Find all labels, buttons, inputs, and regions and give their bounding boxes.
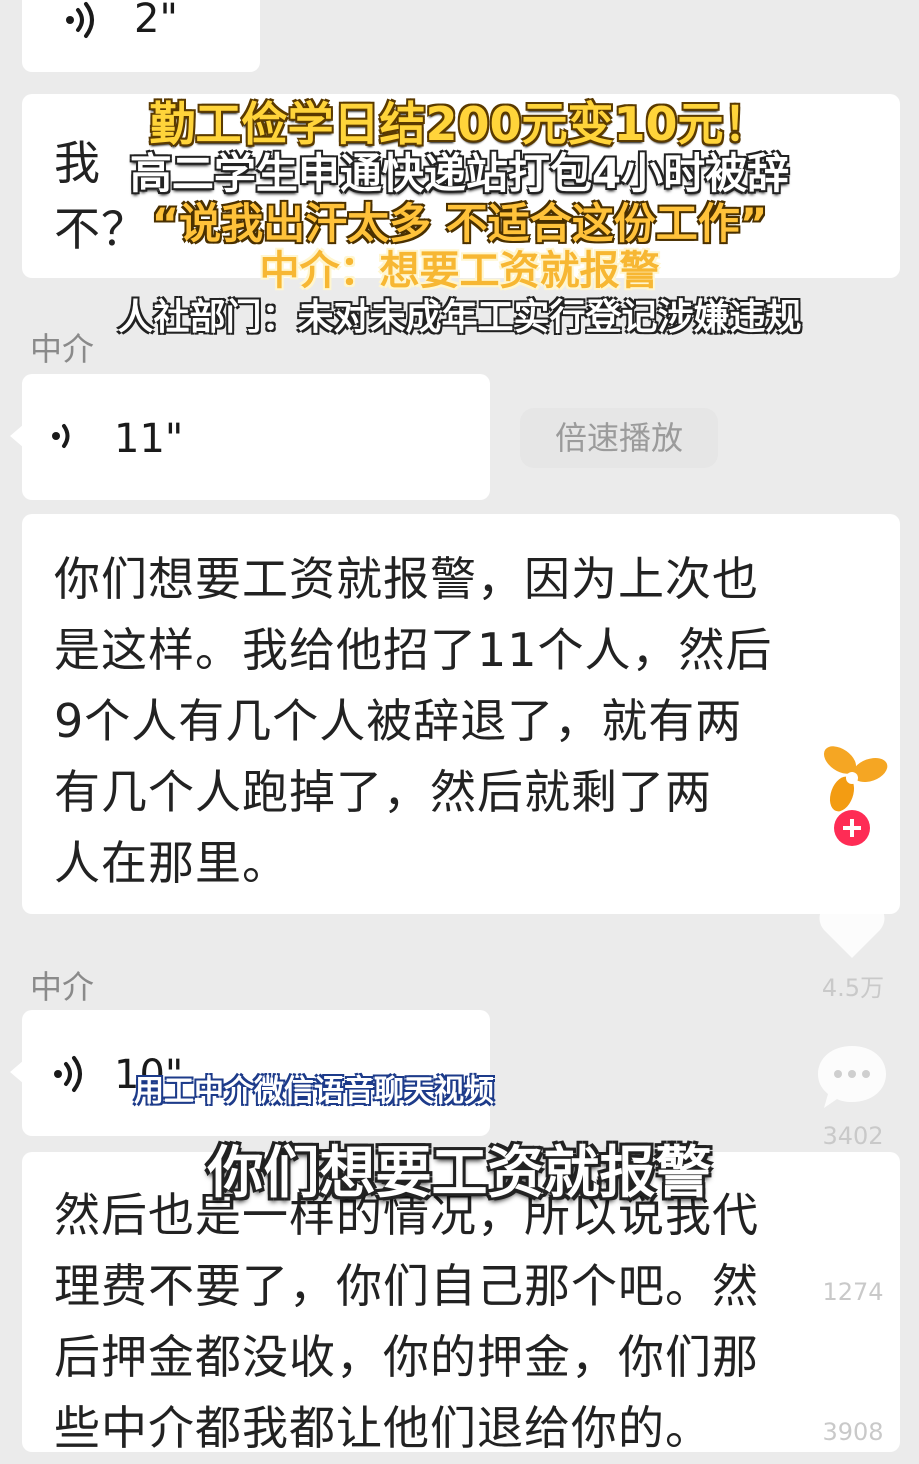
transcript-line: 理费不要了，你们自己那个吧。然 <box>54 1259 759 1313</box>
transcript-line: 有几个人跑掉了，然后就剩了两 <box>54 765 712 819</box>
voice-wave-icon <box>66 2 94 38</box>
voice-wave-icon <box>52 424 70 448</box>
sender-name: 中介 <box>30 968 95 1006</box>
transcript-line: 9个人有几个人被辞退了，就有两 <box>54 694 743 748</box>
voice-duration: 11" <box>114 416 184 462</box>
caption-main: 你们想要工资就报警 <box>207 1141 712 1206</box>
playback-speed-button[interactable]: 倍速播放 <box>520 408 718 468</box>
transcript-line: 后押金都没收，你的押金，你们那 <box>54 1330 759 1384</box>
favorite-count: 1274 <box>822 1278 884 1306</box>
share-arrow-icon[interactable] <box>818 1352 888 1408</box>
like-heart-icon[interactable] <box>816 898 888 962</box>
transcript-line: 人在那里。 <box>54 836 289 890</box>
headline-authority: 人社部门：未对未成年工实行登记涉嫌违规 <box>117 297 802 338</box>
comment-icon[interactable] <box>816 1042 888 1112</box>
follow-plus-icon[interactable] <box>832 808 872 848</box>
transcript-bubble: 你们想要工资就报警，因为上次也 是这样。我给他招了11个人，然后 9个人有几个人… <box>22 514 900 914</box>
transcript-line: 些中介都我都让他们退给你的。 <box>54 1401 712 1455</box>
share-count: 3908 <box>822 1418 884 1446</box>
transcript-line: 你们想要工资就报警，因为上次也 <box>54 552 759 606</box>
voice-message-bubble[interactable]: 11" <box>10 374 490 500</box>
voice-message-bubble-top[interactable]: 2" <box>22 0 260 72</box>
transcript-line: 是这样。我给他招了11个人，然后 <box>54 623 773 677</box>
like-count: 4.5万 <box>821 974 885 1002</box>
voice-wave-icon <box>54 1056 82 1092</box>
voice-duration: 2" <box>134 0 178 42</box>
caption-source: 用工中介微信语音聊天视频 <box>134 1074 494 1109</box>
favorite-star-icon[interactable] <box>818 1204 886 1270</box>
